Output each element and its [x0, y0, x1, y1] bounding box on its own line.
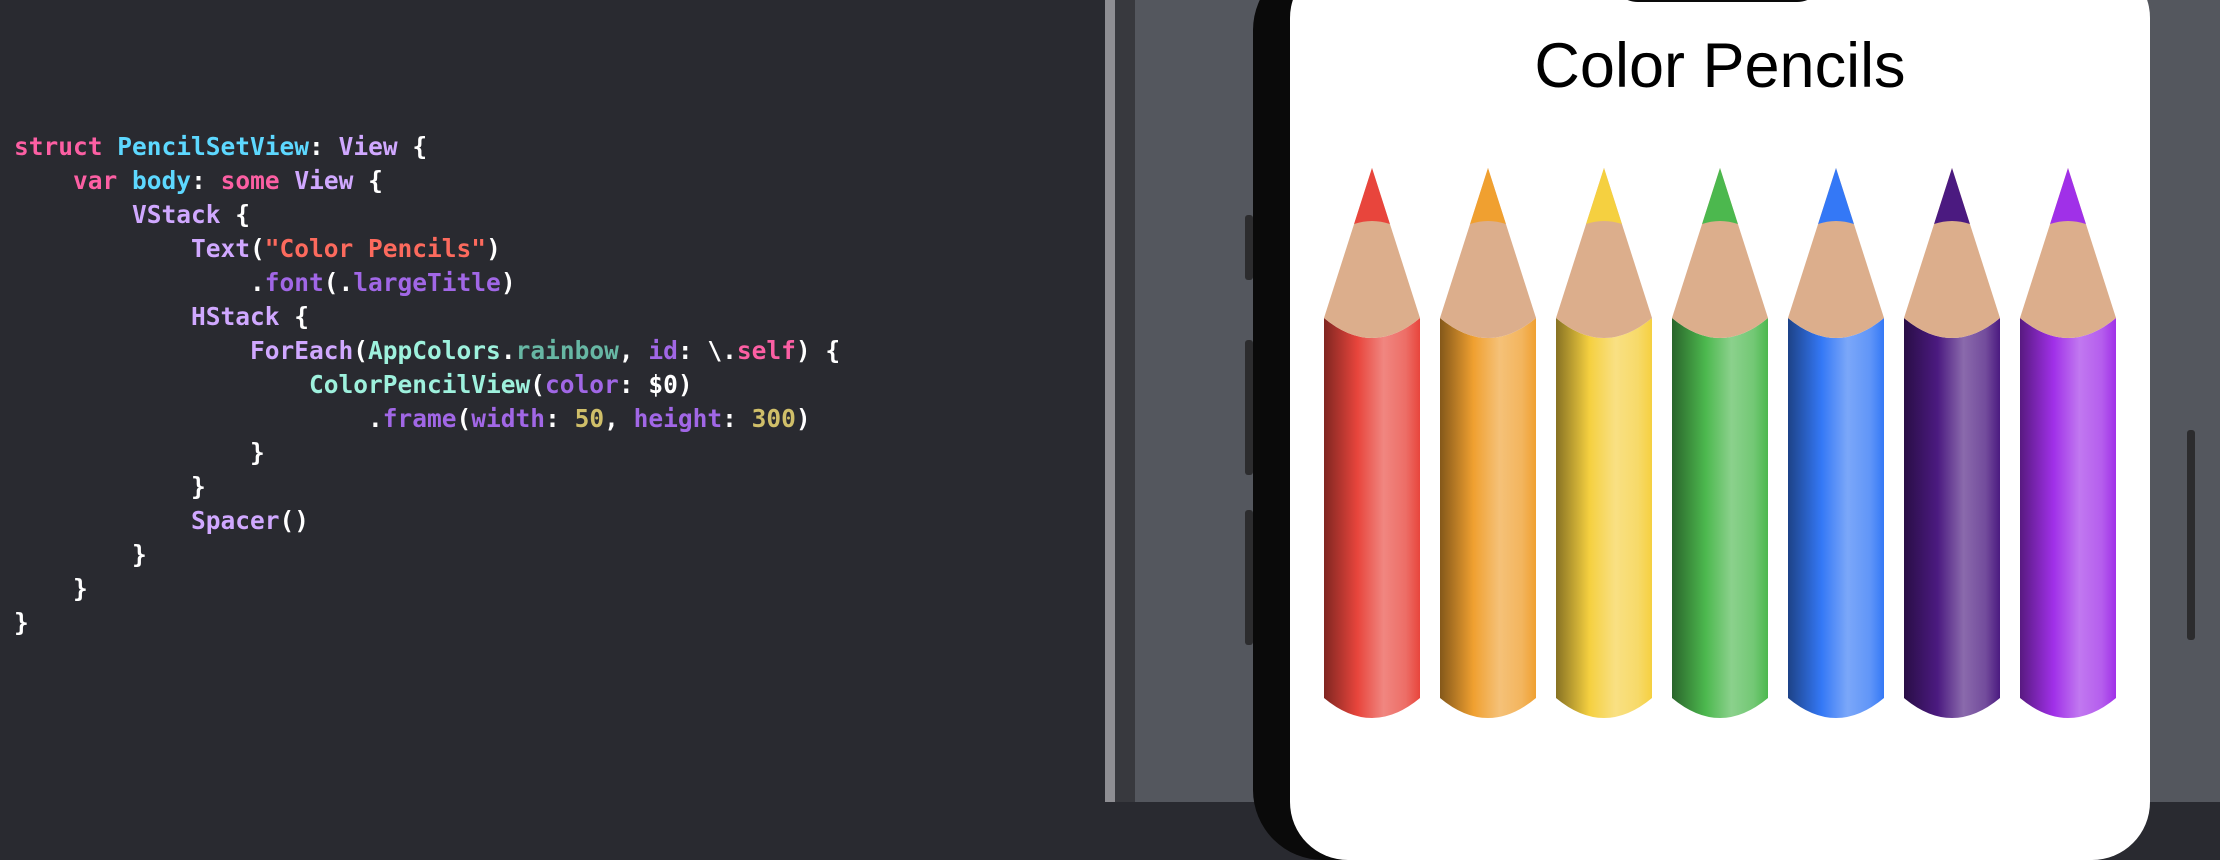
pencil-body — [1556, 318, 1652, 718]
pencil-body — [2020, 318, 2116, 718]
pencil-body — [1324, 318, 1420, 718]
color-pencil — [2020, 168, 2116, 718]
pencil-tip — [1354, 168, 1390, 224]
color-pencil — [1672, 168, 1768, 718]
pencil-tip — [1934, 168, 1970, 224]
pencil-set — [1324, 168, 2116, 718]
color-pencil — [1788, 168, 1884, 718]
pencil-tip — [1702, 168, 1738, 224]
pencil-body — [1672, 318, 1768, 718]
color-pencil — [1440, 168, 1536, 718]
pencil-tip — [1818, 168, 1854, 224]
pencil-tip — [2050, 168, 2086, 224]
pencil-body — [1440, 318, 1536, 718]
color-pencil — [1904, 168, 2000, 718]
color-pencil — [1556, 168, 1652, 718]
pencil-body — [1788, 318, 1884, 718]
pencil-tip — [1586, 168, 1622, 224]
pencil-body — [1904, 318, 2000, 718]
pencil-tip — [1470, 168, 1506, 224]
color-pencil — [1324, 168, 1420, 718]
